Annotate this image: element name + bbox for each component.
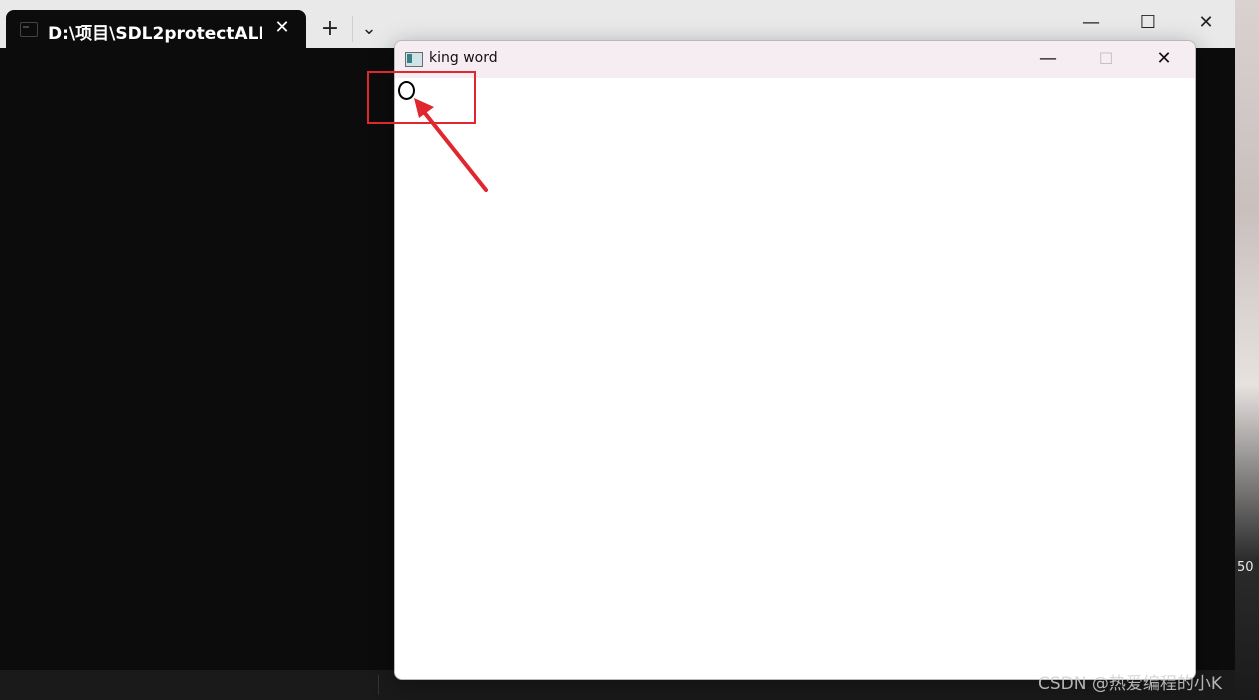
sdl-render-canvas[interactable] — [395, 78, 1195, 679]
terminal-tab[interactable]: D:\项目\SDL2protectALL\ ✕ — [6, 10, 306, 48]
terminal-tab-icon — [20, 22, 38, 37]
plus-icon[interactable]: + — [315, 14, 345, 44]
minimize-icon[interactable]: — — [1025, 44, 1071, 74]
titlebar-divider — [352, 16, 353, 42]
wallpaper-partial-number: 50 — [1237, 560, 1254, 575]
sdl-titlebar[interactable]: king word — ☐ ✕ — [395, 41, 1195, 78]
annotation-highlight-box — [367, 71, 476, 124]
close-icon[interactable]: ✕ — [270, 16, 294, 40]
close-icon[interactable]: ✕ — [1186, 8, 1226, 38]
sdl-window-title: king word — [429, 50, 498, 66]
maximize-icon: ☐ — [1098, 49, 1114, 68]
chevron-down-icon[interactable]: ⌄ — [354, 14, 384, 44]
terminal-tab-title: D:\项目\SDL2protectALL\ — [48, 24, 262, 44]
minimize-icon[interactable]: — — [1071, 8, 1111, 38]
desktop-wallpaper — [1235, 0, 1259, 700]
close-icon[interactable]: ✕ — [1141, 44, 1187, 74]
taskbar-divider — [378, 675, 379, 695]
sdl-window: king word — ☐ ✕ — [394, 40, 1196, 680]
maximize-icon[interactable]: ☐ — [1128, 8, 1168, 38]
watermark: CSDN @热爱编程的小K — [1038, 674, 1223, 694]
app-icon — [405, 52, 423, 67]
